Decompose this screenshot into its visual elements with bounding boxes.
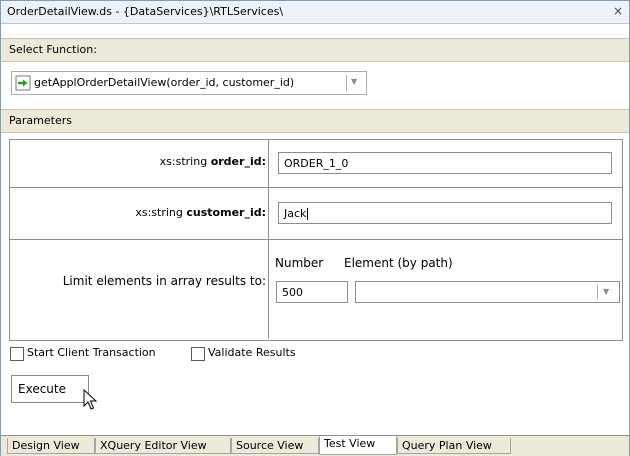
dropdown-separator — [597, 285, 598, 299]
customer-id-name: customer_id: — [186, 206, 266, 219]
customer-id-type: xs:string — [135, 206, 183, 219]
start-client-transaction-checkbox[interactable] — [10, 347, 24, 361]
function-dropdown-value: getApplOrderDetailView(order_id, custome… — [34, 76, 295, 89]
customer-id-label: xs:string customer_id: — [10, 206, 266, 219]
window-title: OrderDetailView.ds - {DataServices}\RTLS… — [7, 5, 284, 18]
customer-id-input[interactable]: Jack — [278, 202, 612, 224]
order-id-value: ORDER_1_0 — [284, 157, 349, 170]
close-icon[interactable]: × — [613, 4, 623, 18]
tab-source-view[interactable]: Source View — [231, 438, 319, 454]
number-value: 500 — [282, 286, 303, 299]
validate-results-checkbox[interactable] — [191, 347, 205, 361]
number-label: Number — [275, 256, 324, 270]
tab-query-plan-view[interactable]: Query Plan View — [397, 438, 511, 454]
order-id-type: xs:string — [159, 155, 208, 168]
select-function-header: Select Function: — [1, 38, 629, 62]
element-path-dropdown[interactable]: ▼ — [355, 281, 620, 303]
order-id-row: xs:string order_id: ORDER_1_0 — [10, 140, 622, 188]
parameters-table: xs:string order_id: ORDER_1_0 xs:string … — [9, 139, 623, 341]
element-path-label: Element (by path) — [344, 256, 453, 270]
limit-row: Limit elements in array results to: Numb… — [10, 240, 622, 339]
customer-id-row: xs:string customer_id: Jack — [10, 188, 622, 240]
chevron-down-icon[interactable]: ▼ — [351, 77, 357, 86]
tab-xquery-editor-view[interactable]: XQuery Editor View — [95, 438, 231, 454]
start-client-transaction-label: Start Client Transaction — [27, 346, 156, 359]
order-id-input[interactable]: ORDER_1_0 — [278, 152, 612, 174]
number-input[interactable]: 500 — [276, 281, 348, 303]
function-dropdown[interactable]: getApplOrderDetailView(order_id, custome… — [11, 71, 367, 95]
editor-titlebar: OrderDetailView.ds - {DataServices}\RTLS… — [1, 1, 629, 24]
mouse-pointer-icon — [83, 389, 97, 410]
function-arrow-icon — [15, 75, 31, 91]
execute-button[interactable]: Execute — [11, 375, 89, 403]
chevron-down-icon[interactable]: ▼ — [603, 287, 609, 296]
view-tab-bar: Design View XQuery Editor View Source Vi… — [1, 435, 629, 456]
parameters-header: Parameters — [1, 109, 629, 133]
text-caret — [307, 208, 309, 220]
limit-label: Limit elements in array results to: — [62, 274, 266, 288]
select-function-label: Select Function: — [9, 43, 97, 56]
customer-id-value: Jack — [284, 207, 307, 220]
order-id-label: xs:string order_id: — [10, 155, 266, 168]
execute-label: Execute — [18, 382, 66, 396]
parameters-label: Parameters — [9, 114, 72, 127]
validate-results-label: Validate Results — [208, 346, 296, 359]
test-view-panel: OrderDetailView.ds - {DataServices}\RTLS… — [0, 0, 630, 456]
tab-test-view[interactable]: Test View — [319, 436, 397, 455]
order-id-name: order_id: — [210, 155, 266, 168]
dropdown-separator — [346, 75, 347, 91]
tab-design-view[interactable]: Design View — [7, 438, 95, 454]
